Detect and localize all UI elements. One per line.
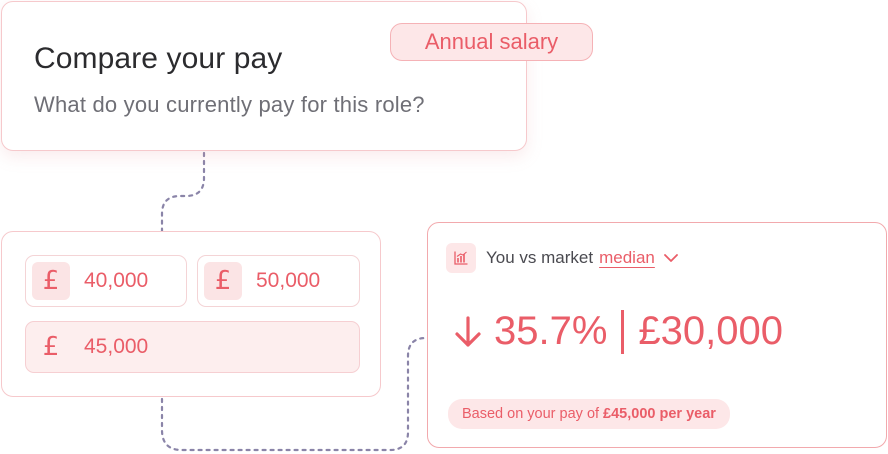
chart-icon[interactable] [446,243,476,273]
comparison-label: You vs market [486,248,594,267]
pound-icon: £ [204,262,242,300]
salary-option-value: 50,000 [256,269,321,292]
note-value: £45,000 per year [603,406,716,422]
connector-question-to-input [160,151,206,233]
question-title: Compare your pay [34,42,283,75]
difference-percent: 35.7% [494,309,608,353]
pound-icon: £ [32,262,70,300]
arrow-down-icon [454,312,484,352]
salary-input-value: 45,000 [84,335,149,358]
result-card: You vs market median 35.7% £30,000 Based… [427,222,887,448]
salary-option-40000[interactable]: £ 40,000 [25,255,187,307]
note-prefix: Based on your pay of [462,406,600,422]
salary-option-50000[interactable]: £ 50,000 [197,255,360,307]
salary-input-card: £ 40,000 £ 50,000 £ 45,000 [1,231,381,397]
salary-option-value: 40,000 [84,269,149,292]
chevron-down-icon[interactable] [663,253,679,263]
result-note: Based on your pay of £45,000 per year [448,399,730,429]
result-header: You vs market median [446,243,679,273]
median-dropdown[interactable]: median [599,248,655,268]
difference-amount: £30,000 [638,309,784,353]
pound-icon: £ [42,332,60,362]
result-value: 35.7% £30,000 [454,309,783,354]
value-divider [621,309,625,354]
salary-input-selected[interactable]: £ 45,000 [25,321,360,373]
annual-salary-tag: Annual salary [390,23,593,61]
question-subtitle: What do you currently pay for this role? [34,92,425,117]
